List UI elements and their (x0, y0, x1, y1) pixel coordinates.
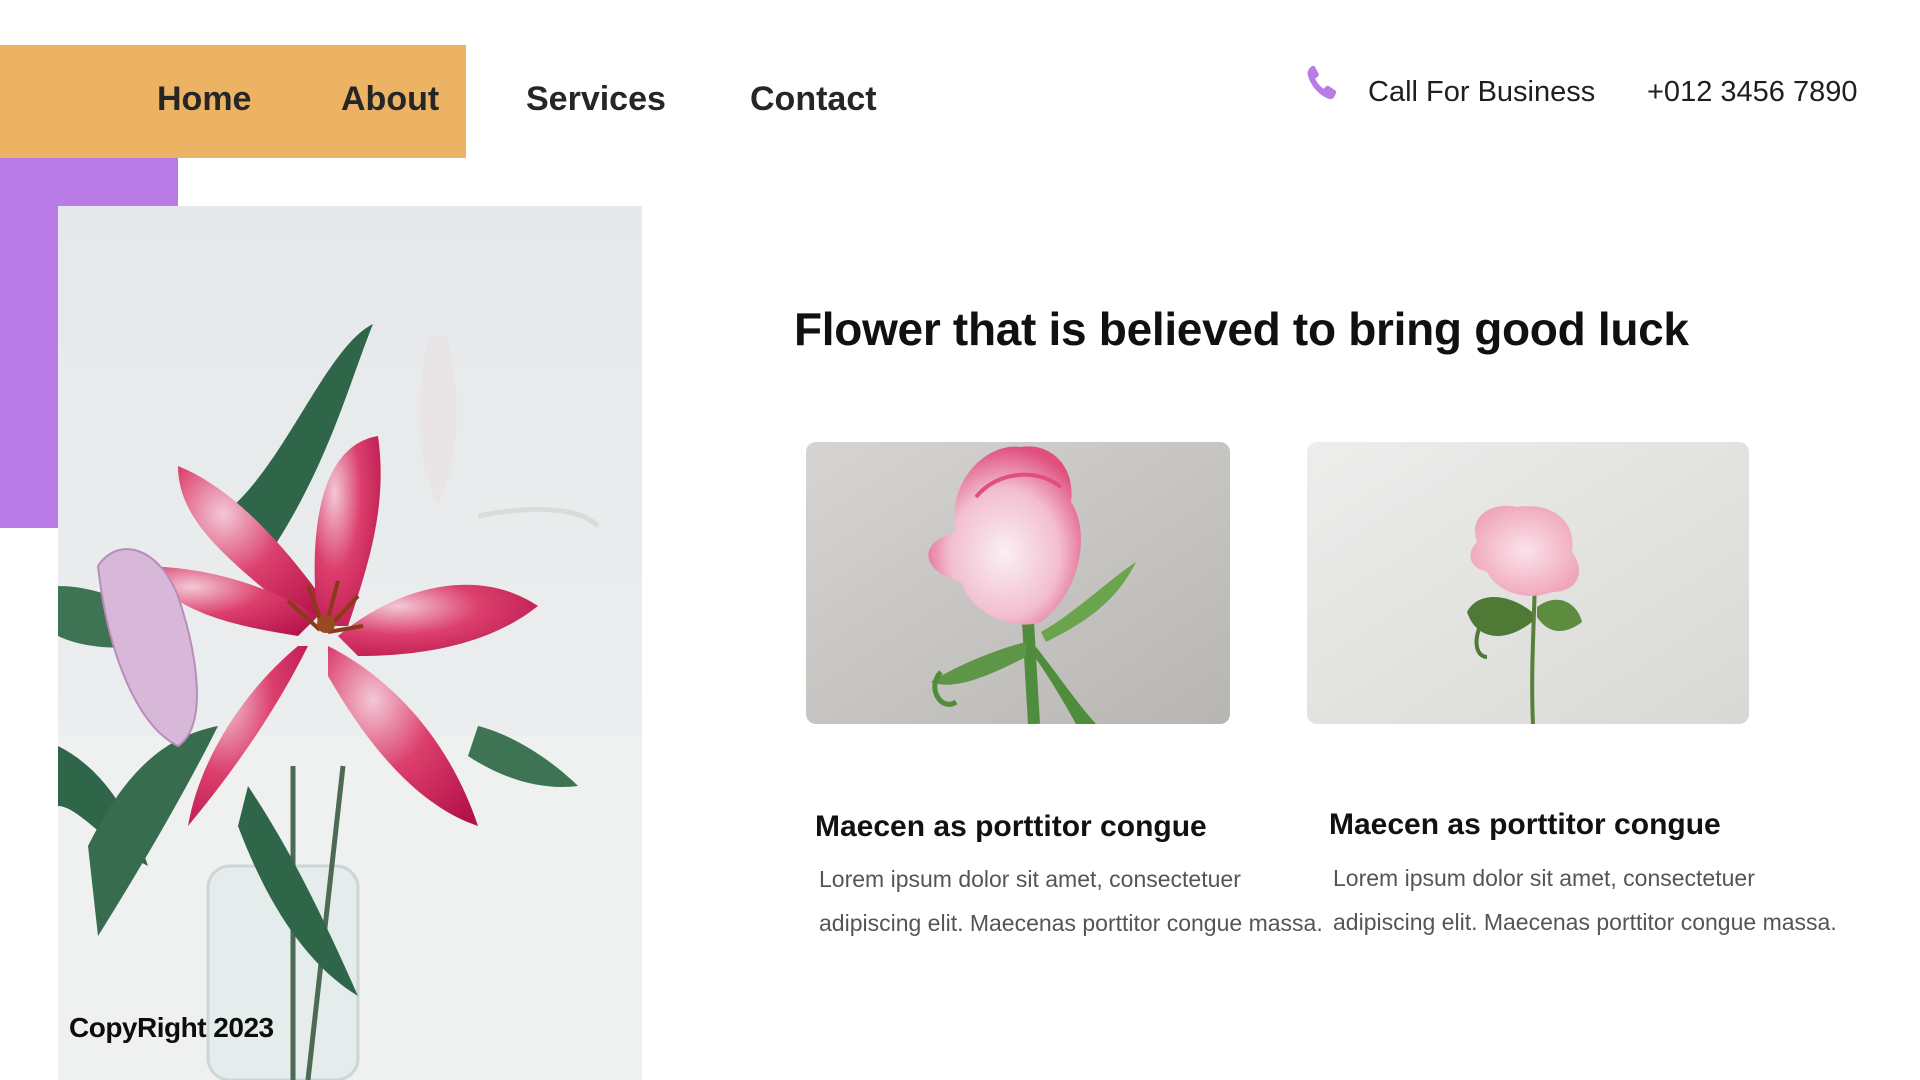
card-title: Maecen as porttitor congue (815, 810, 1207, 843)
page-title: Flower that is believed to bring good lu… (794, 303, 1689, 355)
phone-number[interactable]: +012 3456 7890 (1647, 74, 1857, 110)
card-title: Maecen as porttitor congue (1329, 808, 1721, 841)
card-image-rose-2 (1307, 442, 1749, 724)
card-image-rose-1 (806, 442, 1230, 724)
phone-icon (1307, 65, 1337, 100)
nav-contact-link[interactable]: Contact (750, 79, 877, 119)
copyright-text: CopyRight 2023 (69, 1012, 274, 1043)
card-description: Lorem ipsum dolor sit amet, consectetuer… (1333, 865, 1837, 935)
hero-lily-image (58, 206, 642, 1080)
card-description: Lorem ipsum dolor sit amet, consectetuer… (819, 866, 1323, 936)
call-for-business-label: Call For Business (1368, 76, 1596, 108)
nav-home-link[interactable]: Home (157, 79, 251, 119)
nav-services-link[interactable]: Services (526, 79, 666, 119)
nav-about-link[interactable]: About (341, 79, 439, 119)
